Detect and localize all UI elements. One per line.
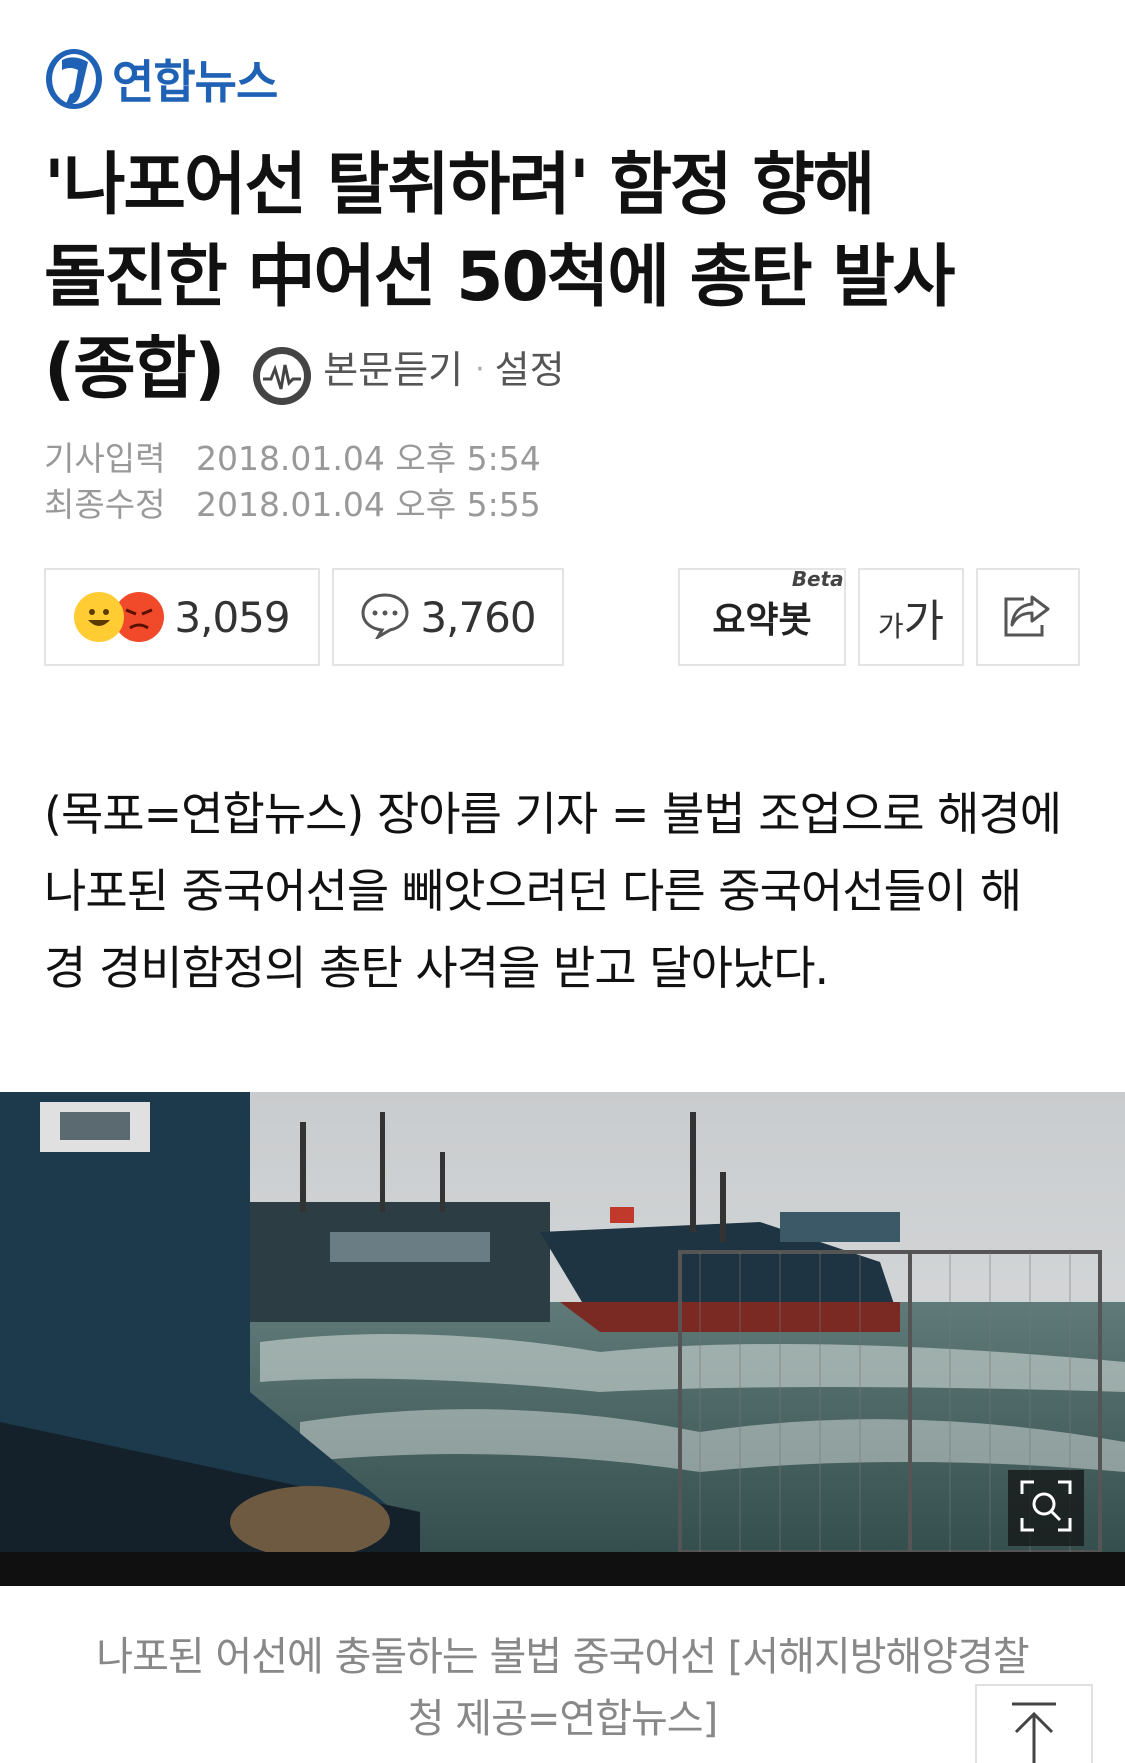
caption-line-2: 청 제공=연합뉴스] [407, 1696, 718, 1742]
brand-logo[interactable]: 연합뉴스 [44, 44, 278, 114]
font-size-large: 가 [903, 596, 945, 647]
body-line-3: 경 경비함정의 총탄 사격을 받고 달아났다. [44, 941, 829, 995]
published-row: 기사입력 2018.01.04 오후 5:54 [44, 436, 541, 482]
article-photo[interactable] [0, 1092, 1125, 1586]
scroll-top-button[interactable] [975, 1684, 1093, 1763]
headline-line-2: 돌진한 中어선 50척에 총탄 발사 [44, 238, 956, 317]
body-line-1: (목포=연합뉴스) 장아름 기자 = 불법 조업으로 해경에 [44, 787, 1062, 841]
published-label: 기사입력 [44, 439, 166, 478]
headline-line-1: '나포어선 탈취하려' 함정 향해 [44, 146, 875, 225]
caption-line-1: 나포된 어선에 충돌하는 불법 중국어선 [서해지방해양경찰 [96, 1634, 1029, 1680]
listen-controls: 본문듣기 · 설정 [251, 324, 565, 416]
article-headline: '나포어선 탈취하려' 함정 향해 돌진한 中어선 50척에 총탄 발사 (종합… [44, 140, 1084, 416]
modified-row: 최종수정 2018.01.04 오후 5:55 [44, 482, 541, 528]
article-body: (목포=연합뉴스) 장아름 기자 = 불법 조업으로 해경에 나포된 중국어선을… [44, 776, 1084, 1007]
modified-label: 최종수정 [44, 485, 166, 524]
yonhap-logo-icon [44, 46, 104, 112]
listen-separator: · [475, 352, 484, 387]
share-icon [1002, 591, 1054, 643]
share-button[interactable] [976, 568, 1080, 666]
font-size-button[interactable]: 가가 [858, 568, 964, 666]
smile-emoji-icon [74, 592, 125, 642]
comment-count: 3,760 [420, 592, 536, 642]
zoom-button[interactable] [1008, 1470, 1084, 1546]
font-size-label: 가가 [878, 585, 944, 649]
listen-button[interactable]: 본문듣기 [323, 324, 463, 416]
headline-line-3: (종합) [44, 330, 225, 409]
body-line-2: 나포된 중국어선을 빼앗으려던 다른 중국어선들이 해 [44, 864, 1022, 918]
audio-icon[interactable] [251, 339, 313, 405]
speech-bubble-icon [360, 591, 410, 643]
arrow-up-icon [1006, 1700, 1062, 1763]
font-size-small: 가 [877, 610, 904, 643]
brand-name: 연합뉴스 [112, 55, 278, 109]
comment-button[interactable]: 3,760 [332, 568, 564, 666]
beta-badge: Beta [791, 567, 844, 591]
published-time: 2018.01.04 오후 5:54 [195, 439, 541, 478]
reaction-button[interactable]: 3,059 [44, 568, 320, 666]
summary-bot-label: 요약봇 [712, 600, 812, 641]
article-meta: 기사입력 2018.01.04 오후 5:54 최종수정 2018.01.04 … [44, 436, 541, 528]
summary-bot-button[interactable]: 요약봇 Beta [678, 567, 846, 666]
summary-bot-wrap: 요약봇 Beta [712, 567, 843, 643]
reaction-count: 3,059 [174, 592, 290, 642]
magnifier-icon [1016, 1476, 1076, 1540]
modified-time: 2018.01.04 오후 5:55 [195, 485, 541, 524]
photo-caption: 나포된 어선에 충돌하는 불법 중국어선 [서해지방해양경찰 청 제공=연합뉴스… [60, 1626, 1065, 1750]
headline-line-3-row: (종합) 본문듣기 · 설정 [44, 324, 1084, 416]
listen-settings-link[interactable]: 설정 [495, 324, 565, 416]
